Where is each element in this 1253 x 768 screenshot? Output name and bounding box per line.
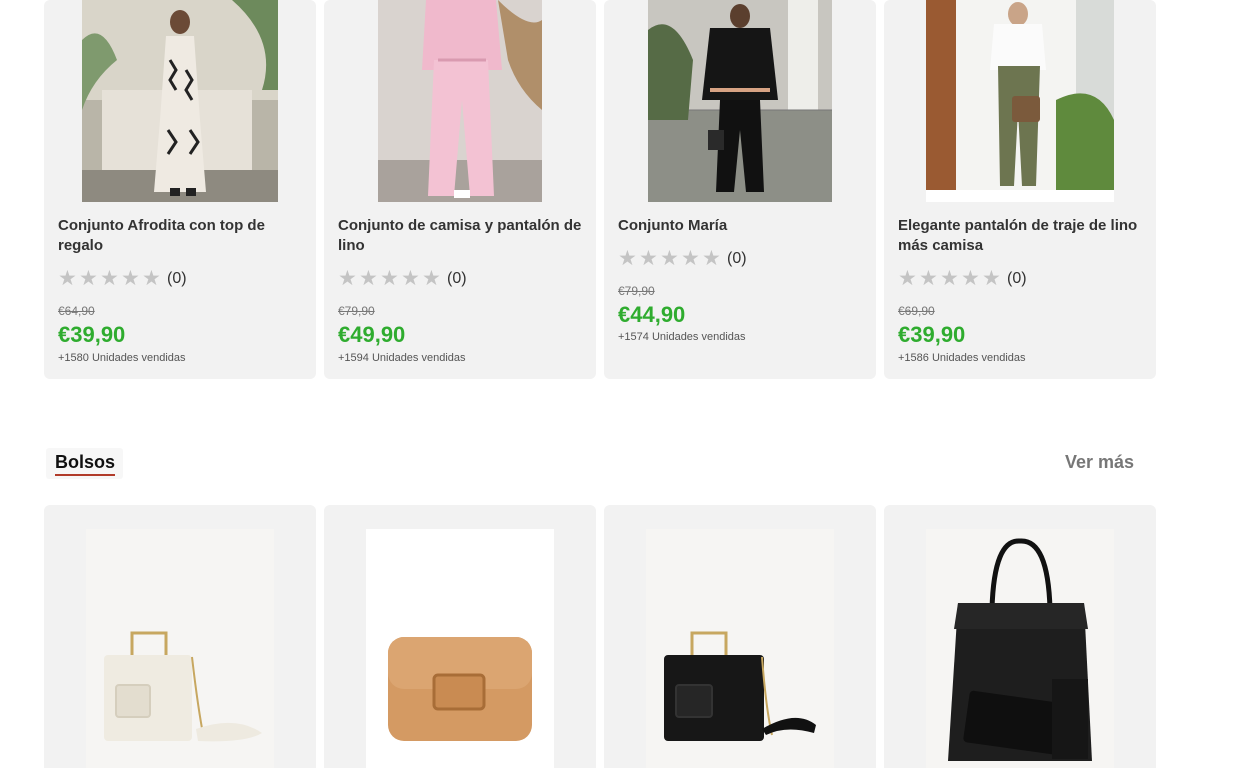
- product-image[interactable]: [82, 0, 278, 202]
- see-more-link[interactable]: Ver más: [1065, 452, 1134, 473]
- product-grid-bags: [44, 505, 1156, 768]
- product-image[interactable]: [926, 0, 1114, 202]
- product-rating: ★ ★ ★ ★ ★ (0): [898, 268, 1027, 289]
- sale-price: €39,90: [898, 322, 966, 347]
- star-icon: ★: [919, 267, 938, 290]
- star-icon: ★: [898, 267, 917, 290]
- original-price: €79,90: [338, 304, 375, 318]
- star-icon: ★: [940, 267, 959, 290]
- star-icon: ★: [100, 267, 119, 290]
- original-price: €79,90: [618, 284, 655, 298]
- product-card[interactable]: Elegante pantalón de traje de lino más c…: [884, 0, 1156, 379]
- star-icon: ★: [380, 267, 399, 290]
- star-icon: ★: [359, 267, 378, 290]
- rating-count: (0): [447, 269, 467, 287]
- tab-bolsos[interactable]: Bolsos: [46, 448, 124, 479]
- star-icon: ★: [639, 247, 658, 270]
- star-icon: ★: [982, 267, 1001, 290]
- product-card[interactable]: Conjunto Afrodita con top de regalo ★ ★ ★ ★…: [44, 0, 316, 379]
- product-title[interactable]: Elegante pantalón de traje de lino más c…: [898, 216, 1142, 256]
- product-card[interactable]: [44, 505, 316, 768]
- product-rating: ★ ★ ★ ★ ★ (0): [58, 268, 187, 289]
- original-price: €69,90: [898, 304, 935, 318]
- units-sold: +1580 Unidades vendidas: [58, 352, 186, 364]
- original-price: €64,90: [58, 304, 95, 318]
- product-card[interactable]: Conjunto de camisa y pantalón de lino ★ ★…: [324, 0, 596, 379]
- product-title[interactable]: Conjunto Afrodita con top de regalo: [58, 216, 302, 256]
- star-icon: ★: [681, 247, 700, 270]
- product-card[interactable]: [324, 505, 596, 768]
- product-image[interactable]: [646, 529, 834, 768]
- star-icon: ★: [121, 267, 140, 290]
- star-icon: ★: [422, 267, 441, 290]
- units-sold: +1574 Unidades vendidas: [618, 331, 746, 343]
- product-image[interactable]: [648, 0, 832, 202]
- product-image[interactable]: [926, 529, 1114, 768]
- product-image[interactable]: [366, 529, 554, 768]
- product-title[interactable]: Conjunto María: [618, 216, 862, 236]
- star-icon: ★: [618, 247, 637, 270]
- star-icon: ★: [660, 247, 679, 270]
- product-title[interactable]: Conjunto de camisa y pantalón de lino: [338, 216, 582, 256]
- star-icon: ★: [79, 267, 98, 290]
- rating-count: (0): [167, 269, 187, 287]
- sale-price: €44,90: [618, 302, 686, 327]
- units-sold: +1586 Unidades vendidas: [898, 352, 1026, 364]
- product-card[interactable]: [884, 505, 1156, 768]
- sale-price: €39,90: [58, 322, 126, 347]
- star-icon: ★: [702, 247, 721, 270]
- product-image[interactable]: [86, 529, 274, 768]
- star-icon: ★: [961, 267, 980, 290]
- product-card[interactable]: [604, 505, 876, 768]
- product-grid-clothing: Conjunto Afrodita con top de regalo ★ ★ ★ ★…: [44, 0, 1156, 379]
- section-title: Bolsos: [55, 452, 116, 476]
- star-icon: ★: [338, 267, 357, 290]
- star-icon: ★: [401, 267, 420, 290]
- star-icon: ★: [142, 267, 161, 290]
- rating-count: (0): [727, 249, 747, 267]
- rating-count: (0): [1007, 269, 1027, 287]
- product-rating: ★ ★ ★ ★ ★ (0): [338, 268, 467, 289]
- units-sold: +1594 Unidades vendidas: [338, 352, 466, 364]
- star-icon: ★: [58, 267, 77, 290]
- product-card[interactable]: Conjunto María ★ ★ ★ ★ ★ (0) €79,90 €44,90 +…: [604, 0, 876, 379]
- product-image[interactable]: [378, 0, 542, 202]
- section-header-bolsos: Bolsos Ver más: [44, 446, 1144, 480]
- product-rating: ★ ★ ★ ★ ★ (0): [618, 248, 747, 269]
- sale-price: €49,90: [338, 322, 406, 347]
